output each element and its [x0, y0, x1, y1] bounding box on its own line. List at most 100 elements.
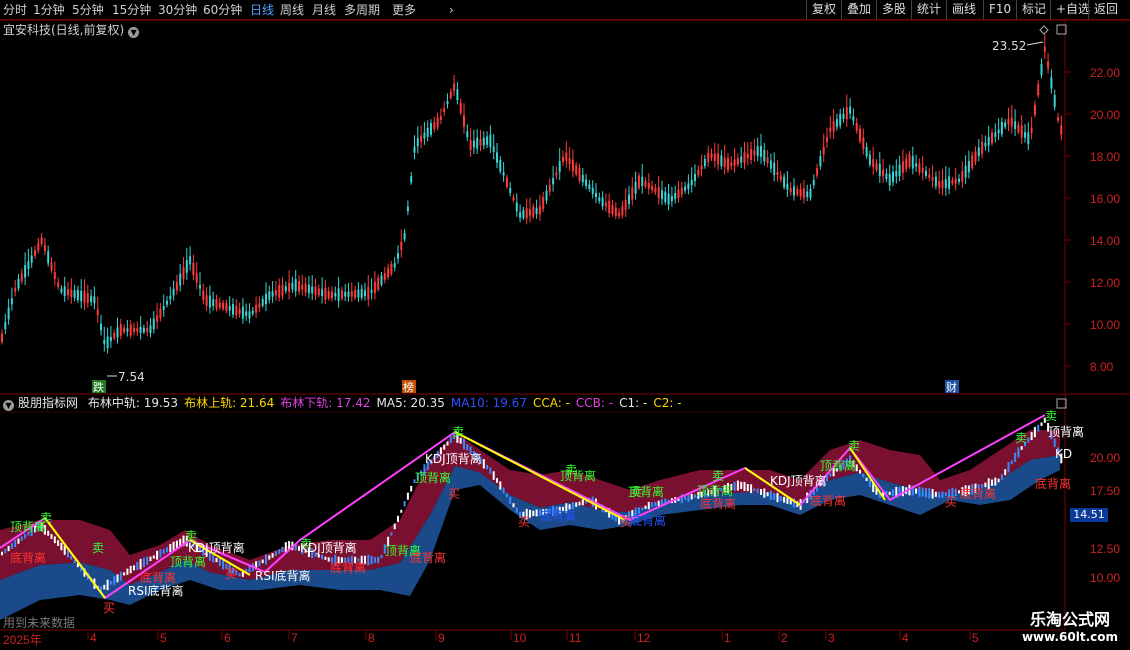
ind-candle — [142, 557, 145, 568]
price-tick: 22.00 — [1090, 66, 1121, 80]
indicator-tick: 12.50 — [1090, 542, 1121, 556]
ind-candle — [482, 459, 485, 469]
ind-candle — [776, 492, 779, 503]
date-tick: 1 — [724, 631, 731, 645]
candle-body — [225, 303, 228, 312]
ind-candle — [753, 488, 756, 492]
ind-candle — [116, 574, 119, 583]
candle-body — [314, 286, 317, 295]
signal-label-37: 底背离 — [630, 513, 666, 528]
signal-label-33: 底背离 — [140, 570, 176, 585]
event-marker-2: 财 — [946, 380, 957, 394]
ind-candle — [50, 534, 53, 539]
candle-body — [928, 174, 931, 178]
candle-body — [967, 161, 970, 173]
candle-body — [948, 176, 951, 189]
candle-body — [136, 328, 139, 332]
ind-candle — [57, 540, 60, 546]
ind-candle — [367, 554, 370, 566]
ind-candle — [175, 540, 178, 549]
signal-label-31: 顶背离 — [1048, 424, 1084, 439]
ind-candle — [103, 584, 106, 590]
candle-body — [598, 197, 601, 201]
candle-body — [789, 188, 792, 193]
candle-body — [350, 291, 353, 297]
candle-body — [60, 288, 63, 293]
candle-body — [453, 83, 456, 91]
ind-candle — [756, 488, 759, 494]
ind-candle — [763, 488, 766, 498]
ind-candle — [400, 509, 403, 513]
signal-label-14: 买 — [518, 515, 530, 529]
candle-body — [103, 339, 106, 344]
candle-body — [24, 265, 27, 278]
ind-candle — [466, 444, 469, 451]
candle-body — [410, 176, 413, 183]
signal-label-23: 顶背离 — [10, 519, 46, 534]
candle-body — [245, 311, 248, 317]
ind-candle — [146, 556, 149, 565]
candle-body — [697, 169, 700, 176]
candle-body — [288, 282, 291, 292]
candle-body — [519, 212, 522, 218]
candle-body — [832, 121, 835, 132]
signal-label-18: KDJ顶背离 — [300, 540, 357, 555]
ind-candle — [657, 500, 660, 506]
ind-candle — [918, 486, 921, 497]
candle-body — [977, 147, 980, 157]
candle-body — [476, 137, 479, 149]
candle-body — [73, 290, 76, 298]
candle-body — [684, 186, 687, 191]
candle-body — [816, 168, 819, 176]
ind-candle — [14, 540, 17, 548]
ind-candle — [746, 483, 749, 492]
candle-body — [661, 190, 663, 199]
ind-candle — [779, 495, 782, 502]
candle-body — [106, 336, 109, 349]
ind-candle — [859, 469, 861, 474]
candle-body — [426, 127, 429, 137]
signal-label-30: 顶背离 — [820, 458, 856, 473]
candle-body — [819, 156, 822, 167]
candle-body — [525, 208, 528, 219]
candle-body — [7, 307, 10, 320]
price-tick: 18.00 — [1090, 150, 1121, 164]
candle-body — [67, 289, 69, 296]
ind-candle — [47, 530, 50, 536]
candle-body — [826, 137, 828, 142]
candle-body — [284, 286, 287, 292]
ind-candle — [1014, 452, 1017, 462]
ind-candle — [215, 558, 218, 563]
candle-body — [763, 150, 766, 162]
candle-body — [562, 156, 564, 162]
candle-body — [202, 290, 205, 301]
ind-candle — [463, 438, 465, 450]
candle-body — [915, 163, 918, 167]
candle-body — [86, 293, 89, 303]
ind-candle — [67, 550, 69, 558]
candle-body — [129, 324, 132, 336]
candle-body — [192, 262, 195, 276]
candle-body — [756, 146, 759, 157]
watermark-title: 乐淘公式网 — [1029, 610, 1110, 629]
candle-body — [667, 193, 670, 205]
candle-body — [690, 179, 693, 186]
candle-body — [651, 186, 654, 191]
candle-body — [624, 199, 627, 211]
candle-body — [961, 171, 964, 182]
indicator-tick: 17.50 — [1090, 484, 1121, 498]
candle-body — [849, 106, 852, 114]
candle-body — [126, 328, 129, 332]
ind-candle — [1027, 437, 1030, 443]
candle-body — [987, 136, 990, 146]
signal-label-29: 顶背离 — [697, 483, 733, 498]
candle-body — [241, 306, 244, 319]
candle-body — [340, 290, 343, 299]
candle-body — [786, 183, 789, 190]
signal-label-35: 底背离 — [410, 550, 446, 565]
ind-candle — [489, 467, 492, 474]
candle-body — [281, 284, 284, 296]
signal-label-38: 底背离 — [700, 496, 736, 511]
future-data-note: 用到未来数据 — [3, 616, 76, 630]
candle-body — [604, 202, 607, 207]
